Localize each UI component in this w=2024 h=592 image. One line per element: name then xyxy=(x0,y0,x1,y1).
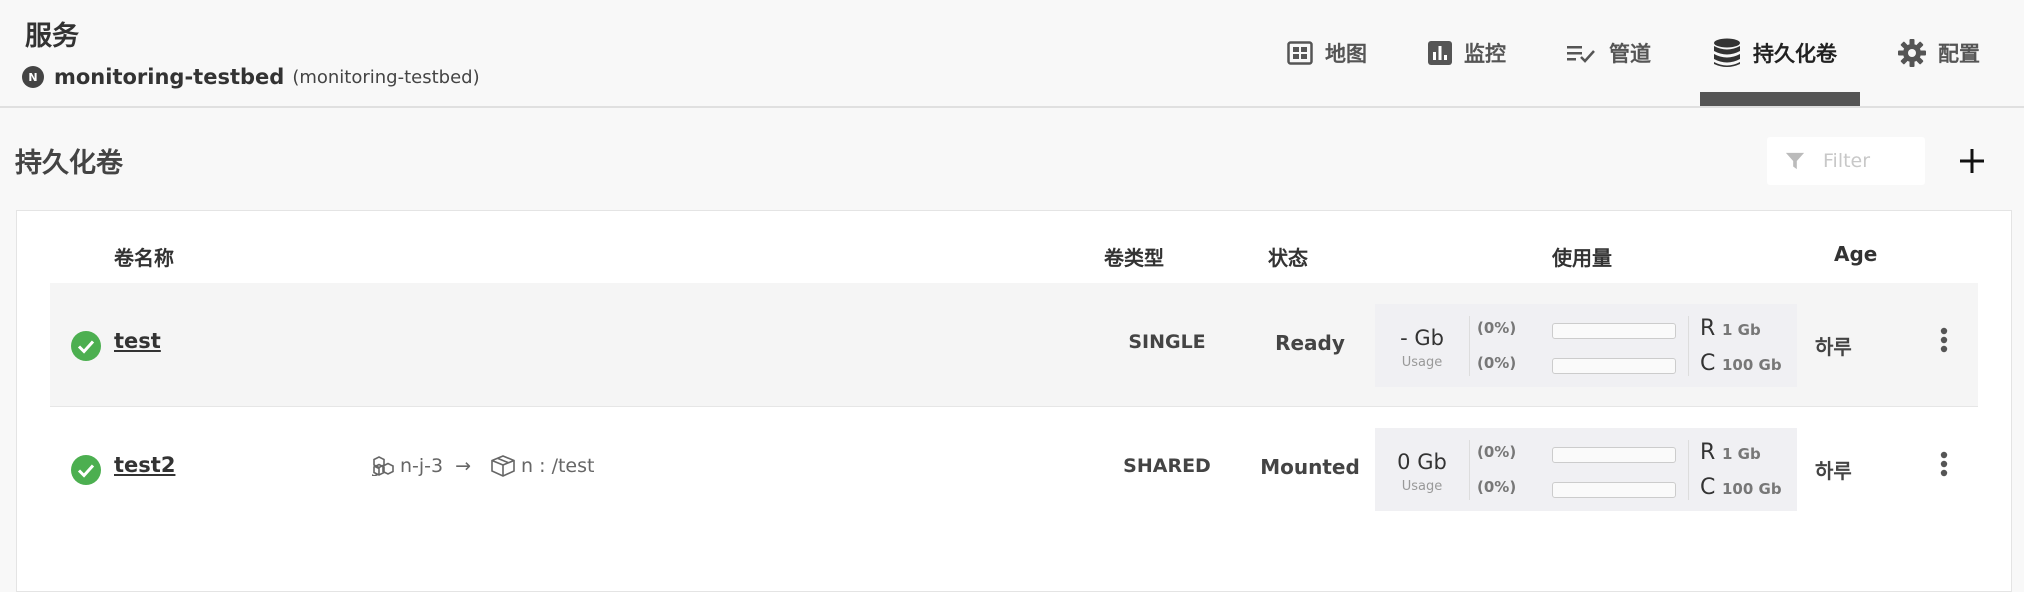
tab-map-label: 地图 xyxy=(1325,42,1367,66)
column-header-age[interactable]: Age xyxy=(1834,242,1877,266)
namespace-row: N monitoring-testbed (monitoring-testbed… xyxy=(22,62,480,92)
cubes-node-icon xyxy=(372,456,394,476)
volume-age: 하루 xyxy=(1815,459,1852,483)
capacity-letter: C xyxy=(1700,351,1716,376)
table-row[interactable]: test SINGLE Ready - Gb Usage (0%) (0%) R… xyxy=(50,283,1978,407)
service-title: 服务 xyxy=(25,21,79,52)
column-header-type[interactable]: 卷类型 xyxy=(1104,242,1164,271)
volume-state: Mounted xyxy=(1260,455,1360,479)
tab-monitoring[interactable]: 监控 xyxy=(1428,0,1506,106)
filter-input[interactable] xyxy=(1821,149,1925,173)
plus-icon xyxy=(1960,149,1984,173)
tab-pipelines-label: 管道 xyxy=(1609,42,1651,66)
namespace-name: monitoring-testbed xyxy=(54,65,285,89)
tab-monitoring-label: 监控 xyxy=(1464,42,1506,66)
filter-funnel-icon xyxy=(1785,152,1805,170)
table-row[interactable]: test2 n-j-3 → n : /test SHARED Mounted 0… xyxy=(50,407,1978,531)
capacity-progress-bar xyxy=(1552,358,1676,374)
capacity-progress-bar xyxy=(1552,482,1676,498)
request-letter: R xyxy=(1700,440,1716,465)
usage-value: - Gb xyxy=(1400,326,1444,350)
tab-persistent-volumes[interactable]: 持久化卷 xyxy=(1713,0,1837,106)
capacity-letter: C xyxy=(1700,475,1716,500)
column-header-name[interactable]: 卷名称 xyxy=(114,242,174,271)
usage-panel: - Gb Usage (0%) (0%) R 1 Gb C 100 Gb xyxy=(1375,304,1797,387)
check-circle-icon xyxy=(71,331,101,361)
mount-path: n : /test xyxy=(521,455,595,477)
tab-settings-label: 配置 xyxy=(1938,42,1980,66)
request-value: 1 Gb xyxy=(1722,445,1761,463)
database-icon xyxy=(1714,38,1740,67)
request-progress-bar xyxy=(1552,323,1676,339)
map-grid-icon xyxy=(1287,41,1313,65)
request-progress-bar xyxy=(1552,447,1676,463)
usage-divider xyxy=(1469,316,1470,376)
usage-divider xyxy=(1688,316,1689,376)
request-value: 1 Gb xyxy=(1722,321,1761,339)
usage-divider xyxy=(1469,440,1470,500)
volume-state: Ready xyxy=(1275,331,1345,355)
tab-pipelines[interactable]: 管道 xyxy=(1567,0,1651,106)
namespace-icon: N xyxy=(22,66,44,88)
request-letter: R xyxy=(1700,316,1716,341)
volume-age: 하루 xyxy=(1815,335,1852,359)
bar-chart-icon xyxy=(1428,41,1452,65)
column-header-usage[interactable]: 使用量 xyxy=(1552,242,1612,271)
usage-divider xyxy=(1688,440,1689,500)
volume-name-link[interactable]: test2 xyxy=(114,453,175,477)
gear-icon xyxy=(1898,39,1926,67)
more-options-icon[interactable] xyxy=(1940,451,1948,477)
mount-node: n-j-3 xyxy=(400,455,444,477)
mount-info: n-j-3 → n : /test xyxy=(372,455,600,477)
more-options-icon[interactable] xyxy=(1940,327,1948,353)
capacity-percent: (0%) xyxy=(1477,478,1517,496)
capacity-percent: (0%) xyxy=(1477,354,1517,372)
active-tab-indicator xyxy=(1700,92,1860,106)
tab-settings[interactable]: 配置 xyxy=(1898,0,1980,106)
usage-label: Usage xyxy=(1401,355,1443,370)
usage-summary: 0 Gb Usage xyxy=(1375,428,1469,511)
usage-panel: 0 Gb Usage (0%) (0%) R 1 Gb C 100 Gb xyxy=(1375,428,1797,511)
tab-map[interactable]: 地图 xyxy=(1287,0,1367,106)
add-volume-button[interactable] xyxy=(1954,143,1990,179)
pipeline-list-icon xyxy=(1567,46,1595,63)
request-percent: (0%) xyxy=(1477,443,1517,461)
usage-summary: - Gb Usage xyxy=(1375,304,1469,387)
filter-box[interactable] xyxy=(1767,137,1925,185)
namespace-subtitle: (monitoring-testbed) xyxy=(292,66,480,88)
capacity-value: 100 Gb xyxy=(1722,480,1782,498)
capacity-value: 100 Gb xyxy=(1722,356,1782,374)
usage-label: Usage xyxy=(1401,479,1443,494)
usage-value: 0 Gb xyxy=(1397,450,1447,474)
volume-type: SHARED xyxy=(1123,455,1211,477)
request-percent: (0%) xyxy=(1477,319,1517,337)
volume-type: SINGLE xyxy=(1128,331,1206,353)
column-header-state[interactable]: 状态 xyxy=(1268,242,1308,271)
check-circle-icon xyxy=(71,455,101,485)
page-title: 持久化卷 xyxy=(15,148,123,179)
tab-persistent-volumes-label: 持久化卷 xyxy=(1753,42,1837,66)
box-volume-icon xyxy=(491,455,515,477)
mount-arrow: → xyxy=(455,455,472,477)
volume-name-link[interactable]: test xyxy=(114,329,161,353)
app-header: 服务 N monitoring-testbed (monitoring-test… xyxy=(0,0,2024,108)
